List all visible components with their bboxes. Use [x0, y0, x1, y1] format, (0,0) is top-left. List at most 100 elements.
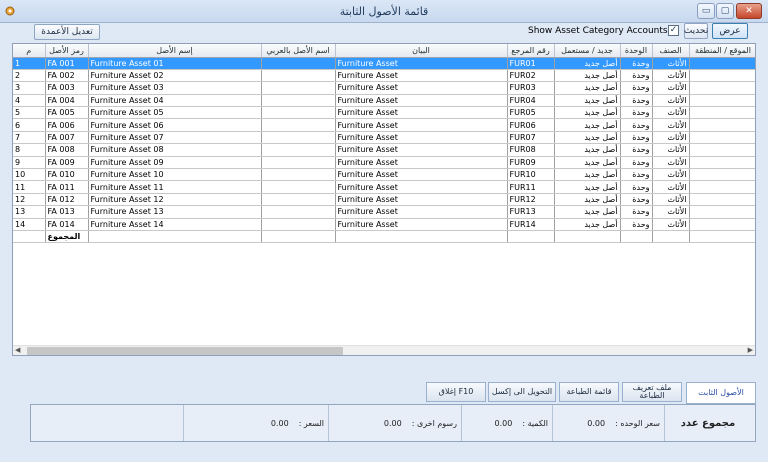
cell-desc[interactable]: Furniture Asset	[335, 180, 508, 194]
assets-grid[interactable]: م رمز الأصل إسم الأصل اسم الأصل بالعربي …	[12, 43, 756, 356]
cell-desc[interactable]: Furniture Asset	[335, 218, 508, 231]
cell-ref[interactable]: FUR12	[507, 193, 555, 207]
table-row[interactable]: 13 FA 013 Furniture Asset 13 Furniture Asse…	[13, 205, 755, 219]
cell-name[interactable]: Furniture Asset 12	[88, 193, 262, 207]
cell-ref[interactable]: FUR02	[507, 69, 555, 83]
minimize-button[interactable]: ▭	[697, 3, 715, 19]
cell-n[interactable]: 2	[13, 69, 46, 83]
col-header-code[interactable]: رمز الأصل	[45, 44, 89, 58]
cell-arabic[interactable]	[261, 81, 336, 95]
cell-n[interactable]: 13	[13, 205, 46, 219]
cell-desc[interactable]: Furniture Asset	[335, 131, 508, 145]
col-header-description[interactable]: البيان	[335, 44, 508, 58]
cell-code[interactable]: FA 007	[45, 131, 89, 145]
cell-name[interactable]: Furniture Asset 05	[88, 106, 262, 120]
cell-cond[interactable]: أصل جديد	[554, 118, 621, 132]
cell-ref[interactable]: FUR07	[507, 131, 555, 145]
col-header-no[interactable]: م	[13, 44, 46, 58]
table-row[interactable]: 4 FA 004 Furniture Asset 04 Furniture Asset…	[13, 94, 755, 108]
cell-name[interactable]: Furniture Asset 11	[88, 180, 262, 194]
cell-code[interactable]: FA 004	[45, 94, 89, 108]
scrollbar-thumb[interactable]	[27, 347, 343, 355]
cell-n[interactable]: 14	[13, 218, 46, 231]
cell-code[interactable]: FA 013	[45, 205, 89, 219]
scroll-right-icon[interactable]: ▶	[748, 346, 753, 354]
cell-code[interactable]: FA 008	[45, 143, 89, 157]
cell-cat[interactable]: الأثاث	[652, 168, 690, 182]
cell-cat[interactable]: الأثاث	[652, 193, 690, 207]
tab-print-list[interactable]: قائمة الطباعة	[559, 382, 619, 402]
cell-cat[interactable]: الأثاث	[652, 57, 690, 70]
cell-loc[interactable]	[689, 81, 755, 95]
show-button[interactable]: عرض	[712, 23, 748, 39]
table-row[interactable]: 5 FA 005 Furniture Asset 05 Furniture Asset…	[13, 106, 755, 120]
cell-ref[interactable]: FUR01	[507, 57, 555, 70]
scroll-left-icon[interactable]: ◀	[15, 346, 20, 354]
cell-ref[interactable]: FUR11	[507, 180, 555, 194]
cell-arabic[interactable]	[261, 118, 336, 132]
col-header-arabic-name[interactable]: اسم الأصل بالعربي	[261, 44, 336, 58]
cell-n[interactable]: 3	[13, 81, 46, 95]
cell-loc[interactable]	[689, 205, 755, 219]
cell-n[interactable]: 12	[13, 193, 46, 207]
table-row[interactable]: 8 FA 008 Furniture Asset 08 Furniture Asset…	[13, 143, 755, 157]
cell-loc[interactable]	[689, 180, 755, 194]
cell-cat[interactable]: الأثاث	[652, 81, 690, 95]
cell-cond[interactable]: أصل جديد	[554, 94, 621, 108]
cell-arabic[interactable]	[261, 131, 336, 145]
cell-cond[interactable]: أصل جديد	[554, 180, 621, 194]
cell-desc[interactable]: Furniture Asset	[335, 193, 508, 207]
horizontal-scrollbar[interactable]: ◀ ▶	[13, 345, 755, 355]
cell-unit[interactable]: وحدة	[620, 218, 653, 231]
cell-arabic[interactable]	[261, 57, 336, 70]
cell-desc[interactable]: Furniture Asset	[335, 143, 508, 157]
cell-arabic[interactable]	[261, 143, 336, 157]
cell-name[interactable]: Furniture Asset 09	[88, 156, 262, 170]
cell-cond[interactable]: أصل جديد	[554, 156, 621, 170]
cell-loc[interactable]	[689, 131, 755, 145]
table-row[interactable]: 12 FA 012 Furniture Asset 12 Furniture Asse…	[13, 193, 755, 207]
cell-cat[interactable]: الأثاث	[652, 131, 690, 145]
cell-cond[interactable]: أصل جديد	[554, 218, 621, 231]
cell-loc[interactable]	[689, 218, 755, 231]
cell-arabic[interactable]	[261, 168, 336, 182]
cell-unit[interactable]: وحدة	[620, 168, 653, 182]
table-row[interactable]: 3 FA 003 Furniture Asset 03 Furniture Asset…	[13, 81, 755, 95]
cell-cat[interactable]: الأثاث	[652, 69, 690, 83]
cell-cat[interactable]: الأثاث	[652, 94, 690, 108]
cell-loc[interactable]	[689, 118, 755, 132]
col-header-category[interactable]: الصنف	[652, 44, 690, 58]
cell-desc[interactable]: Furniture Asset	[335, 94, 508, 108]
cell-cat[interactable]: الأثاث	[652, 180, 690, 194]
cell-cat[interactable]: الأثاث	[652, 218, 690, 231]
cell-unit[interactable]: وحدة	[620, 131, 653, 145]
table-row[interactable]: 9 FA 009 Furniture Asset 09 Furniture Asset…	[13, 156, 755, 170]
cell-cond[interactable]: أصل جديد	[554, 168, 621, 182]
cell-code[interactable]: FA 003	[45, 81, 89, 95]
cell-code[interactable]: FA 010	[45, 168, 89, 182]
cell-desc[interactable]: Furniture Asset	[335, 205, 508, 219]
cell-arabic[interactable]	[261, 193, 336, 207]
cell-ref[interactable]: FUR10	[507, 168, 555, 182]
cell-cond[interactable]: أصل جديد	[554, 81, 621, 95]
cell-code[interactable]: FA 005	[45, 106, 89, 120]
tab-export-excel[interactable]: التحويل الى إكسل	[488, 382, 556, 402]
cell-arabic[interactable]	[261, 69, 336, 83]
table-row[interactable]: 14 FA 014 Furniture Asset 14 Furniture Asse…	[13, 218, 755, 231]
cell-arabic[interactable]	[261, 205, 336, 219]
cell-n[interactable]: 4	[13, 94, 46, 108]
cell-desc[interactable]: Furniture Asset	[335, 168, 508, 182]
cell-cat[interactable]: الأثاث	[652, 205, 690, 219]
cell-unit[interactable]: وحدة	[620, 193, 653, 207]
table-row[interactable]: 11 FA 011 Furniture Asset 11 Furniture Asse…	[13, 180, 755, 194]
cell-code[interactable]: FA 011	[45, 180, 89, 194]
cell-loc[interactable]	[689, 57, 755, 70]
cell-code[interactable]: FA 014	[45, 218, 89, 231]
cell-name[interactable]: Furniture Asset 02	[88, 69, 262, 83]
cell-arabic[interactable]	[261, 106, 336, 120]
col-header-unit[interactable]: الوحدة	[620, 44, 653, 58]
close-button[interactable]: ✕	[736, 3, 762, 19]
cell-code[interactable]: FA 012	[45, 193, 89, 207]
cell-arabic[interactable]	[261, 218, 336, 231]
cell-cond[interactable]: أصل جديد	[554, 143, 621, 157]
